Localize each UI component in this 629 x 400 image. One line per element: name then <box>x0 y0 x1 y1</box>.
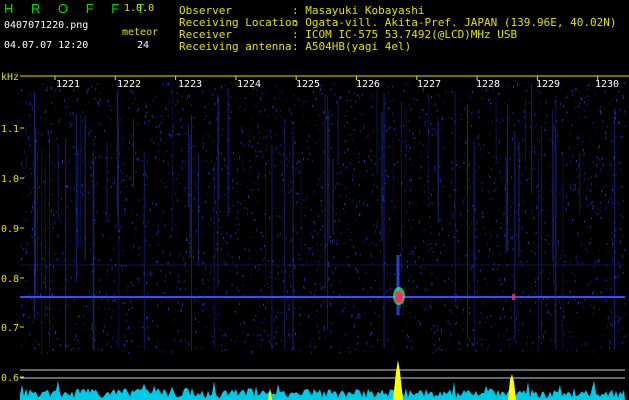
y-tick-label: 0.6 <box>1 373 20 384</box>
y-tick-label: 1.0 <box>1 174 20 185</box>
y-tick-label: 0.9 <box>1 224 20 235</box>
y-tick-label: 0.7 <box>1 323 20 334</box>
x-tick-label: 1222 <box>117 79 142 90</box>
spectrogram <box>20 75 629 400</box>
x-tick-label: 1225 <box>296 79 321 90</box>
x-tick-label: 1230 <box>595 79 620 90</box>
x-tick-label: 1221 <box>56 79 81 90</box>
x-tick-label: 1229 <box>536 79 561 90</box>
x-tick-label: 1228 <box>476 79 501 90</box>
x-tick-label: 1223 <box>178 79 203 90</box>
y-axis-unit: kHz <box>1 72 20 83</box>
x-tick-label: 1226 <box>356 79 381 90</box>
y-tick-label: 0.8 <box>1 274 20 285</box>
x-tick-label: 1227 <box>417 79 442 90</box>
y-tick-label: 1.1 <box>1 124 20 135</box>
x-tick-label: 1224 <box>237 79 262 90</box>
